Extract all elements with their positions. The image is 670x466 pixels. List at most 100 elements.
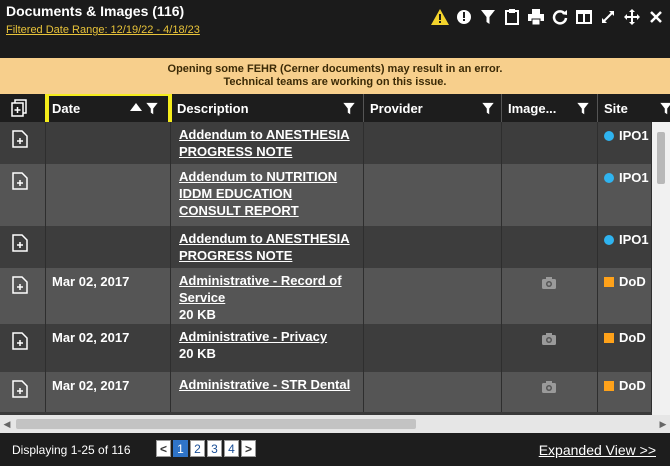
select-all-docs-header[interactable] (0, 94, 46, 122)
camera-icon[interactable] (542, 381, 556, 393)
page-4-button[interactable]: 4 (224, 440, 239, 457)
row-date-cell: Mar 02, 2017 (46, 372, 171, 412)
column-header-site[interactable]: Site (598, 94, 670, 122)
row-description: Administrative - Record of Service 20 KB (179, 272, 359, 323)
horizontal-scroll-thumb[interactable] (16, 419, 416, 429)
filter-icon[interactable] (478, 6, 498, 28)
grid-header: Date Description Provider Image... Site (0, 94, 670, 141)
row-doc-cell[interactable] (0, 122, 46, 164)
provider-filter-icon[interactable] (482, 102, 494, 115)
move-icon[interactable] (622, 6, 642, 28)
table-row[interactable]: Mar 02, 2017 Administrative - STR Dental D… (0, 372, 652, 412)
site-name: IPO1 (619, 170, 649, 185)
documents-images-widget: Documents & Images (116) Filtered Date R… (0, 0, 670, 466)
display-count: Displaying 1-25 of 116 (12, 443, 131, 457)
site-name: IPO1 (619, 128, 649, 143)
document-link[interactable]: Addendum to ANESTHESIA (179, 230, 359, 247)
document-size: 20 KB (179, 346, 216, 361)
column-label-image: Image... (508, 101, 557, 116)
camera-icon[interactable] (542, 277, 556, 289)
close-icon[interactable] (646, 6, 666, 28)
document-icon[interactable] (12, 380, 28, 398)
table-row[interactable]: Addendum to ANESTHESIA PROGRESS NOTE IPO1 (0, 122, 652, 164)
vertical-scrollbar[interactable] (652, 122, 670, 415)
document-icon[interactable] (12, 276, 28, 294)
row-provider-cell (364, 372, 502, 412)
page-3-button[interactable]: 3 (207, 440, 222, 457)
row-image-cell (502, 164, 598, 226)
row-date: Mar 02, 2017 (52, 330, 130, 345)
document-link[interactable]: Administrative - STR Dental (179, 376, 359, 393)
site-square-icon (604, 276, 614, 287)
document-icon[interactable] (12, 234, 28, 252)
row-site-cell: DoD (598, 268, 652, 324)
print-icon[interactable] (526, 6, 546, 28)
row-description: Addendum to NUTRITION IDDM EDUCATION CONSU… (179, 168, 359, 219)
row-description-cell: Addendum to ANESTHESIA PROGRESS NOTE (171, 226, 364, 268)
row-doc-cell[interactable] (0, 268, 46, 324)
row-description-cell: Administrative - STR Dental (171, 372, 364, 412)
document-link[interactable]: Addendum to NUTRITION (179, 168, 359, 185)
document-link[interactable]: Addendum to ANESTHESIA (179, 126, 359, 143)
row-doc-cell[interactable] (0, 372, 46, 412)
document-link[interactable]: PROGRESS NOTE (179, 247, 359, 264)
column-header-provider[interactable]: Provider (364, 94, 502, 122)
row-doc-cell[interactable] (0, 226, 46, 268)
image-filter-icon[interactable] (577, 102, 589, 115)
columns-icon[interactable] (574, 6, 594, 28)
table-row[interactable]: Mar 02, 2017 Administrative - Privacy 20 K… (0, 324, 652, 372)
document-link[interactable]: Administrative - Record of (179, 272, 359, 289)
document-link[interactable]: Service (179, 289, 359, 306)
row-site-cell: IPO1 (598, 122, 652, 164)
row-provider-cell (364, 268, 502, 324)
document-link[interactable]: Administrative - Privacy (179, 328, 359, 345)
row-description: Administrative - STR Dental (179, 376, 359, 393)
row-description-cell: Addendum to NUTRITION IDDM EDUCATION CONSU… (171, 164, 364, 226)
vertical-scroll-thumb[interactable] (657, 132, 665, 184)
page-1-button[interactable]: 1 (173, 440, 188, 457)
row-date: Mar 02, 2017 (52, 378, 130, 393)
document-link[interactable]: PROGRESS NOTE (179, 143, 359, 160)
prev-page-button[interactable]: < (156, 440, 171, 457)
camera-icon[interactable] (542, 333, 556, 345)
document-icon[interactable] (12, 172, 28, 190)
site-label: DoD (604, 330, 646, 345)
row-site-cell: DoD (598, 324, 652, 372)
scroll-right-arrow-icon[interactable]: ▶ (658, 419, 668, 429)
scroll-left-arrow-icon[interactable]: ◀ (2, 419, 12, 429)
table-row[interactable]: Mar 02, 2017 Administrative - Record of Se… (0, 268, 652, 324)
document-link[interactable]: IDDM EDUCATION (179, 185, 359, 202)
site-filter-icon[interactable] (660, 102, 670, 115)
next-page-button[interactable]: > (241, 440, 256, 457)
row-site-cell: IPO1 (598, 164, 652, 226)
row-image-cell (502, 122, 598, 164)
expand-icon[interactable] (598, 6, 618, 28)
horizontal-scrollbar[interactable]: ◀ ▶ (0, 415, 670, 433)
filtered-date-range-link[interactable]: Filtered Date Range: 12/19/22 - 4/18/23 (6, 24, 200, 36)
document-icon[interactable] (12, 130, 28, 148)
table-row[interactable]: Addendum to ANESTHESIA PROGRESS NOTE IPO1 (0, 226, 652, 268)
site-dot-icon (604, 130, 614, 141)
description-filter-icon[interactable] (343, 102, 355, 115)
row-date-cell (46, 164, 171, 226)
warning-icon[interactable] (430, 6, 450, 28)
site-name: DoD (619, 274, 646, 289)
row-provider-cell (364, 226, 502, 268)
refresh-icon[interactable] (550, 6, 570, 28)
column-header-image[interactable]: Image... (502, 94, 598, 122)
document-link[interactable]: CONSULT REPORT (179, 202, 359, 219)
clipboard-icon[interactable] (502, 6, 522, 28)
page-2-button[interactable]: 2 (190, 440, 205, 457)
table-row[interactable]: Addendum to NUTRITION IDDM EDUCATION CONSU… (0, 164, 652, 226)
pagination: < 1 2 3 4 > (156, 440, 256, 457)
document-icon[interactable] (12, 332, 28, 350)
row-date-cell: Mar 02, 2017 (46, 268, 171, 324)
row-doc-cell[interactable] (0, 164, 46, 226)
site-label: IPO1 (604, 128, 649, 143)
banner-line-2: Technical teams are working on this issu… (223, 76, 447, 88)
widget-header: Documents & Images (116) Filtered Date R… (0, 0, 670, 58)
column-header-description[interactable]: Description (171, 94, 364, 122)
expanded-view-link[interactable]: Expanded View >> (539, 442, 656, 458)
row-doc-cell[interactable] (0, 324, 46, 372)
info-icon[interactable] (454, 6, 474, 28)
